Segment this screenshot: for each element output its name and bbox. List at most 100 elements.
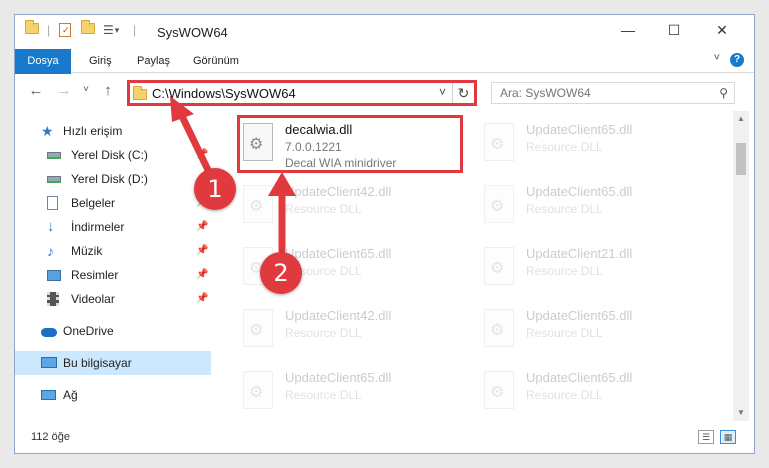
tab-view[interactable]: Görünüm bbox=[183, 49, 249, 73]
chevron-down-icon[interactable]: ˅ bbox=[714, 52, 720, 64]
dll-file-icon bbox=[484, 123, 514, 161]
dll-file-icon bbox=[243, 371, 273, 409]
maximize-button[interactable]: ☐ bbox=[651, 15, 697, 45]
separator: | bbox=[47, 23, 51, 37]
file-item-decalwia[interactable]: decalwia.dll 7.0.0.1221 Decal WIA minidr… bbox=[237, 115, 463, 173]
pictures-icon bbox=[47, 270, 61, 281]
tab-share[interactable]: Paylaş bbox=[127, 49, 180, 73]
vertical-scrollbar[interactable]: ▲ ▼ bbox=[733, 111, 749, 421]
file-name: UpdateClient21.dll bbox=[526, 246, 633, 261]
refresh-button[interactable]: ↻ bbox=[452, 83, 474, 103]
address-row: ← → ˅ ↑ C:\Windows\SysWOW64 ˅ ↻ ⚲ bbox=[15, 74, 754, 110]
cloud-icon bbox=[41, 328, 57, 337]
documents-icon bbox=[47, 196, 58, 210]
dropdown-arrow-icon: ▾ bbox=[114, 24, 120, 35]
sidebar-item-label: Videolar bbox=[71, 292, 115, 306]
window-title: SysWOW64 bbox=[157, 25, 228, 40]
drive-icon bbox=[47, 176, 61, 183]
close-button[interactable]: ✕ bbox=[699, 15, 745, 45]
file-description: Resource DLL bbox=[526, 388, 603, 402]
sidebar-item-label: Ağ bbox=[63, 388, 78, 402]
sidebar-item-label: Müzik bbox=[71, 244, 103, 258]
checklist-icon: ✓ bbox=[59, 23, 71, 37]
forward-button[interactable]: → bbox=[55, 82, 73, 99]
sidebar-item-label: Resimler bbox=[71, 268, 119, 282]
details-view-icon[interactable]: ☰ bbox=[698, 430, 714, 444]
download-icon: ↓ bbox=[47, 218, 55, 235]
folder-icon bbox=[25, 20, 39, 34]
sidebar-item-label: Bu bilgisayar bbox=[63, 356, 132, 370]
sidebar-item-onedrive[interactable]: OneDrive bbox=[15, 319, 211, 343]
sidebar-item-local-disk-d[interactable]: Yerel Disk (D:) 📌 bbox=[15, 167, 211, 191]
navigation-pane: ★ Hızlı erişim Yerel Disk (C:) 📌 Yerel D… bbox=[15, 111, 211, 421]
file-name: UpdateClient42.dll bbox=[285, 184, 392, 199]
tiles-view-icon[interactable]: ▦ bbox=[720, 430, 736, 444]
sidebar-item-documents[interactable]: Belgeler 📌 bbox=[15, 191, 211, 215]
new-folder-button[interactable] bbox=[81, 20, 95, 34]
file-name: UpdateClient65.dll bbox=[526, 184, 633, 199]
sidebar-item-pictures[interactable]: Resimler 📌 bbox=[15, 263, 211, 287]
explorer-window: | ✓ ☰ ▾ | SysWOW64 — ☐ ✕ Dosya Giriş Pay… bbox=[14, 14, 755, 454]
back-button[interactable]: ← bbox=[27, 82, 45, 99]
pin-icon[interactable]: 📌 bbox=[196, 239, 208, 263]
help-icon[interactable]: ? bbox=[730, 53, 744, 67]
pin-icon[interactable]: 📌 bbox=[196, 215, 208, 239]
address-bar[interactable]: C:\Windows\SysWOW64 ˅ ↻ bbox=[127, 80, 477, 106]
properties-button[interactable]: ✓ bbox=[59, 23, 71, 37]
file-item[interactable]: UpdateClient65.dll Resource DLL bbox=[237, 363, 467, 421]
tab-home[interactable]: Giriş bbox=[79, 49, 122, 73]
dll-file-icon bbox=[243, 309, 273, 347]
file-name: UpdateClient65.dll bbox=[285, 370, 392, 385]
ribbon-tabs: Dosya Giriş Paylaş Görünüm ˅ ? bbox=[15, 49, 754, 107]
file-item[interactable]: UpdateClient42.dll Resource DLL bbox=[237, 177, 467, 235]
sidebar-item-quick-access[interactable]: ★ Hızlı erişim bbox=[15, 119, 211, 143]
file-item[interactable]: UpdateClient65.dll Resource DLL bbox=[478, 177, 708, 235]
sidebar-item-local-disk-c[interactable]: Yerel Disk (C:) 📌 bbox=[15, 143, 211, 167]
file-item[interactable]: UpdateClient65.dll Resource DLL bbox=[478, 115, 708, 173]
sidebar-item-this-pc[interactable]: Bu bilgisayar bbox=[15, 351, 211, 375]
search-icon[interactable]: ⚲ bbox=[719, 86, 728, 100]
dll-file-icon bbox=[484, 371, 514, 409]
separator: | bbox=[133, 23, 137, 37]
scrollbar-thumb[interactable] bbox=[736, 143, 746, 175]
sidebar-item-label: OneDrive bbox=[63, 324, 114, 338]
file-item[interactable]: UpdateClient65.dll Resource DLL bbox=[478, 363, 708, 421]
sidebar-item-label: Yerel Disk (C:) bbox=[71, 148, 148, 162]
sidebar-item-label: Belgeler bbox=[71, 196, 116, 210]
sidebar-item-network[interactable]: Ağ bbox=[15, 383, 211, 407]
minimize-button[interactable]: — bbox=[605, 15, 651, 45]
sidebar-item-downloads[interactable]: ↓ İndirmeler 📌 bbox=[15, 215, 211, 239]
file-name: UpdateClient65.dll bbox=[526, 308, 633, 323]
scroll-up-icon[interactable]: ▲ bbox=[733, 111, 749, 127]
file-name: UpdateClient42.dll bbox=[285, 308, 392, 323]
chevron-down-icon[interactable]: ˅ bbox=[439, 85, 446, 99]
file-description: Resource DLL bbox=[526, 264, 603, 278]
pin-icon[interactable]: 📌 bbox=[196, 143, 208, 167]
file-item[interactable]: UpdateClient21.dll Resource DLL bbox=[478, 239, 708, 297]
address-path[interactable]: C:\Windows\SysWOW64 bbox=[152, 86, 296, 101]
file-name: UpdateClient65.dll bbox=[526, 370, 633, 385]
pin-icon[interactable]: 📌 bbox=[196, 263, 208, 287]
file-description: Resource DLL bbox=[285, 388, 362, 402]
pin-icon[interactable]: 📌 bbox=[196, 287, 208, 311]
file-description: Resource DLL bbox=[526, 326, 603, 340]
search-box[interactable]: ⚲ bbox=[491, 82, 735, 104]
sidebar-item-music[interactable]: ♪ Müzik 📌 bbox=[15, 239, 211, 263]
step-marker-2: 2 bbox=[260, 252, 302, 294]
customize-toolbar-button[interactable]: ☰ ▾ bbox=[103, 23, 119, 37]
file-description: Decal WIA minidriver bbox=[285, 156, 397, 170]
quick-access-toolbar bbox=[25, 20, 39, 34]
up-button[interactable]: ↑ bbox=[99, 82, 117, 99]
star-icon: ★ bbox=[41, 123, 54, 139]
file-item[interactable]: UpdateClient42.dll Resource DLL bbox=[237, 301, 467, 359]
search-input[interactable] bbox=[492, 83, 692, 103]
recent-locations-button[interactable]: ˅ bbox=[77, 84, 95, 95]
file-name: UpdateClient65.dll bbox=[285, 246, 392, 261]
sidebar-item-label: Hızlı erişim bbox=[63, 124, 123, 138]
file-item[interactable]: UpdateClient65.dll Resource DLL bbox=[478, 301, 708, 359]
status-bar: 112 öğe ☰ ▦ bbox=[15, 423, 754, 453]
file-description: Resource DLL bbox=[285, 202, 362, 216]
sidebar-item-videos[interactable]: Videolar 📌 bbox=[15, 287, 211, 311]
dll-file-icon bbox=[484, 185, 514, 223]
scroll-down-icon[interactable]: ▼ bbox=[733, 405, 749, 421]
